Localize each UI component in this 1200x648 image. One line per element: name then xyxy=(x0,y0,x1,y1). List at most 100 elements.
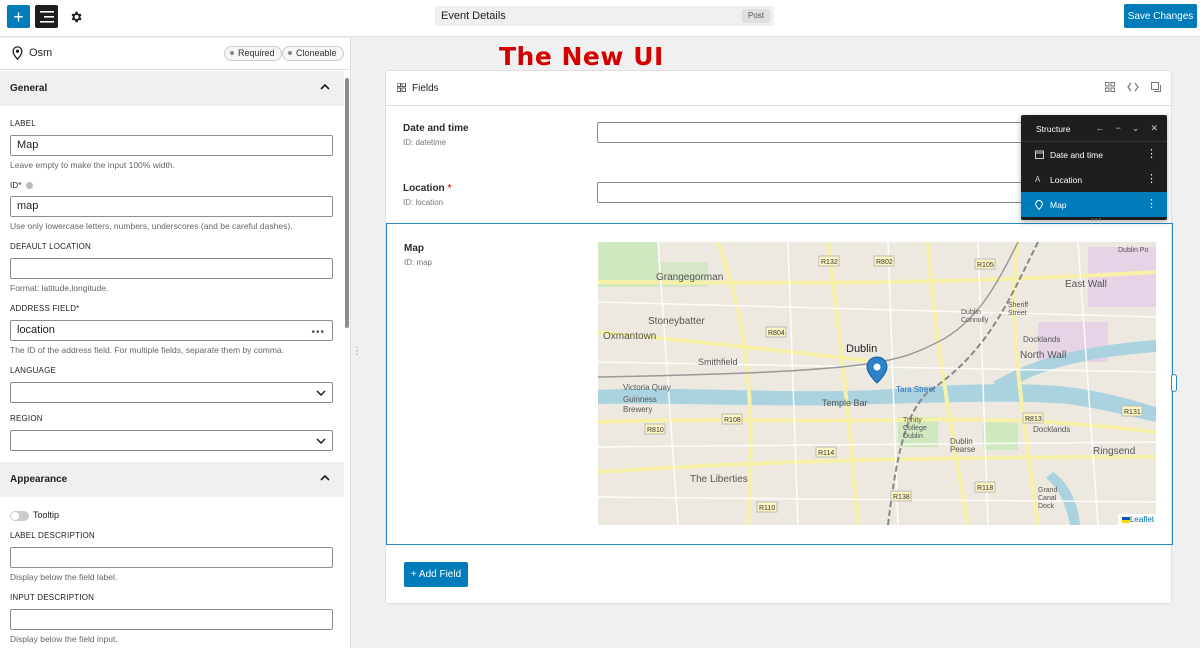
fields-panel-header: Fields xyxy=(386,71,1171,106)
label-help-text: Leave empty to make the input 100% width… xyxy=(10,160,175,170)
svg-text:Docklands: Docklands xyxy=(1033,425,1070,434)
drag-handle-icon[interactable]: ••• xyxy=(1091,215,1102,224)
svg-text:Canal: Canal xyxy=(1038,495,1057,502)
id-help-text: Use only lowercase letters, numbers, und… xyxy=(10,221,293,231)
general-section-header[interactable]: General xyxy=(0,71,344,106)
code-icon[interactable] xyxy=(1127,82,1139,92)
list-view-icon xyxy=(39,10,54,23)
arrow-left-icon[interactable]: ← xyxy=(1096,123,1105,134)
close-icon[interactable]: ✕ xyxy=(1150,123,1158,134)
svg-text:R804: R804 xyxy=(768,330,785,337)
top-toolbar: + Event Details Post Save Changes xyxy=(0,0,1200,37)
help-circle-icon[interactable] xyxy=(26,182,34,190)
minimize-icon[interactable]: − xyxy=(1116,123,1121,134)
resize-handle[interactable] xyxy=(1171,374,1177,392)
svg-text:R108: R108 xyxy=(724,417,741,424)
document-type-badge: Post xyxy=(741,9,770,23)
structure-item-datetime[interactable]: Date and time ⋮ xyxy=(1021,142,1167,167)
label-description-input[interactable] xyxy=(10,547,333,568)
structure-item-location[interactable]: A Location ⋮ xyxy=(1021,167,1167,192)
resize-handle[interactable]: ⋮ xyxy=(352,346,362,357)
map-preview[interactable]: Grangegorman Stoneybatter Oxmantown Smit… xyxy=(598,242,1156,525)
save-changes-button[interactable]: Save Changes xyxy=(1124,4,1197,28)
address-field-input[interactable]: location ••• xyxy=(10,320,333,341)
default-location-input[interactable] xyxy=(10,258,333,279)
cloneable-toggle-pill[interactable]: Cloneable xyxy=(282,46,344,61)
svg-text:Dock: Dock xyxy=(1038,503,1054,510)
svg-text:Dublin: Dublin xyxy=(903,433,923,440)
svg-text:R131: R131 xyxy=(1124,409,1141,416)
svg-text:Dublin: Dublin xyxy=(961,309,981,316)
svg-text:East Wall: East Wall xyxy=(1065,279,1107,290)
more-options-icon[interactable]: ••• xyxy=(311,323,325,342)
language-select[interactable] xyxy=(10,382,333,403)
more-vertical-icon[interactable]: ⋮ xyxy=(1146,197,1157,210)
svg-text:Pearse: Pearse xyxy=(950,445,976,454)
structure-item-map[interactable]: Map ⋮ xyxy=(1021,192,1167,217)
structure-item-label: Map xyxy=(1050,200,1067,210)
svg-text:Oxmantown: Oxmantown xyxy=(603,331,656,342)
input-description-label: INPUT DESCRIPTION xyxy=(10,593,95,602)
structure-item-label: Date and time xyxy=(1050,150,1103,160)
svg-text:R810: R810 xyxy=(647,427,664,434)
svg-text:Grangegorman: Grangegorman xyxy=(656,272,723,283)
svg-text:R114: R114 xyxy=(818,450,834,457)
id-setting: ID* map Use only lowercase letters, numb… xyxy=(0,181,344,231)
settings-button[interactable] xyxy=(64,5,87,28)
structure-header: Structure ← − ⌄ ✕ xyxy=(1021,115,1167,142)
chevron-down-icon xyxy=(316,438,326,445)
panel-title: Fields xyxy=(412,83,439,94)
field-id: ID: map xyxy=(404,258,433,267)
structure-panel: Structure ← − ⌄ ✕ Date and time ⋮ A Loca… xyxy=(1021,115,1167,224)
region-select[interactable] xyxy=(10,430,333,451)
svg-text:R110: R110 xyxy=(759,505,775,512)
appearance-section-header[interactable]: Appearance xyxy=(0,462,344,497)
tooltip-toggle[interactable] xyxy=(10,511,29,521)
add-block-button[interactable]: + xyxy=(7,5,30,28)
label-setting: LABEL Map Leave empty to make the input … xyxy=(0,119,344,170)
location-input[interactable] xyxy=(597,182,1037,203)
svg-text:Trinity: Trinity xyxy=(903,417,922,424)
svg-text:Ringsend: Ringsend xyxy=(1093,446,1135,457)
map-pin-icon xyxy=(12,46,23,60)
svg-text:Victoria Quay: Victoria Quay xyxy=(623,383,671,392)
field-row-map[interactable]: Map ID: map Grangegorman Stoneybatter Ox… xyxy=(386,223,1177,545)
language-label: LANGUAGE xyxy=(10,366,57,375)
input-description-setting: INPUT DESCRIPTION Display below the fiel… xyxy=(0,593,344,644)
field-id: ID: location xyxy=(403,198,444,207)
svg-text:Connolly: Connolly xyxy=(961,317,989,324)
input-description-input[interactable] xyxy=(10,609,333,630)
document-overview-button[interactable] xyxy=(35,5,58,28)
add-field-button[interactable]: + Add Field xyxy=(404,562,468,587)
default-location-label: DEFAULT LOCATION xyxy=(10,242,91,251)
more-vertical-icon[interactable]: ⋮ xyxy=(1146,147,1157,160)
label-input[interactable]: Map xyxy=(10,135,333,156)
label-description-label: LABEL DESCRIPTION xyxy=(10,531,95,540)
grid-view-icon[interactable] xyxy=(1105,82,1115,92)
copy-icon[interactable] xyxy=(1151,82,1161,92)
text-icon: A xyxy=(1035,175,1041,184)
structure-actions: ← − ⌄ ✕ xyxy=(1096,123,1158,134)
sidebar-scrollbar[interactable] xyxy=(345,78,349,328)
field-label: Date and time xyxy=(403,123,469,134)
field-label: Map xyxy=(404,243,424,254)
chevron-down-icon[interactable]: ⌄ xyxy=(1132,123,1140,134)
datetime-input[interactable] xyxy=(597,122,1037,143)
address-field-help-text: The ID of the address field. For multipl… xyxy=(10,345,285,355)
section-title: Appearance xyxy=(10,474,68,485)
label-description-setting: LABEL DESCRIPTION Display below the fiel… xyxy=(0,531,344,582)
id-input[interactable]: map xyxy=(10,196,333,217)
svg-text:R802: R802 xyxy=(876,259,893,266)
label-setting-label: LABEL xyxy=(10,119,36,128)
chevron-up-icon xyxy=(320,83,330,90)
sidebar-scroll-area: General LABEL Map Leave empty to make th… xyxy=(0,71,344,648)
document-title-bar[interactable]: Event Details Post xyxy=(435,6,774,26)
map-attribution[interactable]: Leaflet xyxy=(1130,515,1154,524)
required-toggle-pill[interactable]: Required xyxy=(224,46,282,61)
svg-text:College: College xyxy=(903,425,927,432)
field-id: ID: datetime xyxy=(403,138,447,147)
structure-title: Structure xyxy=(1036,124,1071,134)
more-vertical-icon[interactable]: ⋮ xyxy=(1146,172,1157,185)
svg-text:R138: R138 xyxy=(893,494,910,501)
svg-text:Sheriff: Sheriff xyxy=(1008,302,1028,309)
